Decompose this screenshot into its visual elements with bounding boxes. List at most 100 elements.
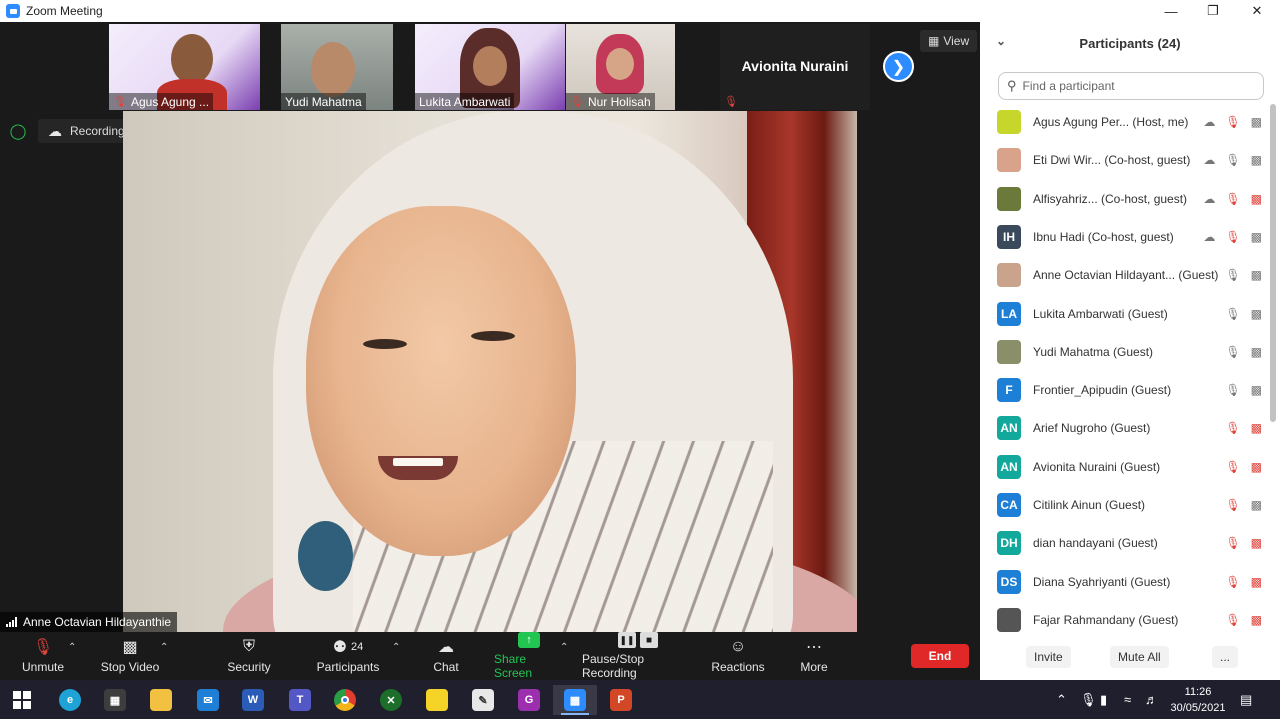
teams-app[interactable]: T xyxy=(278,685,322,715)
stop-video-button[interactable]: ▩ Stop Video xyxy=(96,632,164,680)
camera-off-icon[interactable]: ▩ xyxy=(1251,192,1262,206)
audio-options-caret-icon[interactable]: ⌃ xyxy=(68,642,76,653)
participant-row[interactable]: Anne Octavian Hildayant... (Guest) 🎙︎ ▩ xyxy=(992,257,1270,293)
close-button[interactable]: ✕ xyxy=(1236,0,1278,22)
mic-icon[interactable]: 🎙︎ xyxy=(1225,383,1240,397)
pdf-app[interactable]: G xyxy=(507,685,551,715)
encryption-shield-icon[interactable]: ◯ xyxy=(10,122,27,140)
camera-off-icon[interactable]: ▩ xyxy=(1251,575,1262,589)
mic-muted-icon[interactable]: 🎙︎ xyxy=(1225,115,1240,129)
participants-scrollbar[interactable] xyxy=(1270,104,1276,422)
mic-muted-icon[interactable]: 🎙︎ xyxy=(1225,498,1240,512)
mic-muted-icon[interactable]: 🎙︎ xyxy=(1225,536,1240,550)
video-tile-4[interactable]: 🎙︎ Nur Holisah xyxy=(566,24,675,110)
taskbar-clock[interactable]: 11:26 30/05/2021 xyxy=(1166,684,1230,716)
participant-row[interactable]: LA Lukita Ambarwati (Guest) 🎙︎ ▩ xyxy=(992,296,1270,332)
security-button[interactable]: ⛨ Security xyxy=(222,632,276,680)
start-button[interactable] xyxy=(0,685,44,715)
participant-name: Eti Dwi Wir... (Co-host, guest) xyxy=(1033,153,1191,167)
tray-wifi-icon[interactable]: ≈ xyxy=(1124,680,1131,719)
notifications-icon[interactable]: ▤ xyxy=(1240,680,1252,719)
camera-icon[interactable]: ▩ xyxy=(1251,383,1262,397)
chat-button[interactable]: ☁ Chat xyxy=(426,632,466,680)
zoom-app[interactable]: ▩ xyxy=(553,685,597,715)
participant-row[interactable]: DS Diana Syahriyanti (Guest) 🎙︎ ▩ xyxy=(992,564,1270,600)
minimize-button[interactable]: — xyxy=(1150,0,1192,22)
camera-off-icon[interactable]: ▩ xyxy=(1251,613,1262,627)
share-options-caret-icon[interactable]: ⌃ xyxy=(560,642,568,653)
tray-mic-icon[interactable]: 🎙︎ xyxy=(1080,680,1097,719)
camera-off-icon[interactable]: ▩ xyxy=(1251,421,1262,435)
camera-icon[interactable]: ▩ xyxy=(1251,153,1262,167)
reactions-button[interactable]: ☺ Reactions xyxy=(711,632,764,680)
participant-row[interactable]: Fajar Rahmandany (Guest) 🎙︎ ▩ xyxy=(992,602,1270,632)
unmute-button[interactable]: 🎙︎ Unmute xyxy=(16,632,70,680)
participant-row[interactable]: Eti Dwi Wir... (Co-host, guest) ☁ 🎙︎ ▩ xyxy=(992,142,1270,178)
store-app[interactable]: ▦ xyxy=(93,685,137,715)
share-screen-button[interactable]: ↑ Share Screen xyxy=(494,632,564,680)
mic-icon[interactable]: 🎙︎ xyxy=(1225,345,1240,359)
mic-muted-icon[interactable]: 🎙︎ xyxy=(1225,575,1240,589)
camera-icon[interactable]: ▩ xyxy=(1251,230,1262,244)
participant-search-input[interactable] xyxy=(1022,79,1253,93)
tray-volume-icon[interactable]: ♬ xyxy=(1145,680,1158,719)
mic-icon[interactable]: 🎙︎ xyxy=(1225,153,1240,167)
edge-browser-app[interactable]: e xyxy=(48,685,92,715)
participant-row[interactable]: AN Arief Nugroho (Guest) 🎙︎ ▩ xyxy=(992,410,1270,446)
mail-app[interactable]: ✉ xyxy=(186,685,230,715)
camera-icon[interactable]: ▩ xyxy=(1251,307,1262,321)
file-explorer-app[interactable] xyxy=(139,685,183,715)
end-meeting-button[interactable]: End xyxy=(911,644,969,668)
camera-icon[interactable]: ▩ xyxy=(1251,115,1262,129)
participant-row[interactable]: IH Ibnu Hadi (Co-host, guest) ☁ 🎙︎ ▩ xyxy=(992,219,1270,255)
view-button[interactable]: ▦ View xyxy=(920,30,978,52)
mail-icon: ✉ xyxy=(197,689,219,711)
participant-row[interactable]: Yudi Mahatma (Guest) 🎙︎ ▩ xyxy=(992,334,1270,370)
mic-muted-icon[interactable]: 🎙︎ xyxy=(1225,421,1240,435)
mic-muted-icon[interactable]: 🎙︎ xyxy=(1225,192,1240,206)
camera-icon[interactable]: ▩ xyxy=(1251,498,1262,512)
camera-off-icon[interactable]: ▩ xyxy=(1251,460,1262,474)
pause-stop-recording-button[interactable]: ❚❚ ■ Pause/Stop Recording xyxy=(582,632,694,680)
invite-button[interactable]: Invite xyxy=(1026,646,1071,668)
more-button[interactable]: ⋯ More xyxy=(798,632,830,680)
tray-overflow-chevron-icon[interactable]: ⌃ xyxy=(1056,680,1067,719)
video-options-caret-icon[interactable]: ⌃ xyxy=(160,642,168,653)
participant-avatar: AN xyxy=(997,455,1021,479)
participant-row[interactable]: Agus Agung Per... (Host, me) ☁ 🎙︎ ▩ xyxy=(992,104,1270,140)
video-tile-1[interactable]: 🎙︎ Agus Agung ... xyxy=(109,24,260,110)
next-page-arrow-icon[interactable]: ❯ xyxy=(883,51,914,82)
mic-muted-icon[interactable]: 🎙︎ xyxy=(1225,613,1240,627)
search-icon: ⚲ xyxy=(1007,78,1017,93)
mic-icon[interactable]: 🎙︎ xyxy=(1225,307,1240,321)
video-tile-2[interactable]: Yudi Mahatma xyxy=(281,24,393,110)
camera-icon[interactable]: ▩ xyxy=(1251,345,1262,359)
camera-icon[interactable]: ▩ xyxy=(1251,268,1262,282)
mic-icon[interactable]: 🎙︎ xyxy=(1225,268,1240,282)
powerpoint-app[interactable]: P xyxy=(599,685,643,715)
tray-battery-icon[interactable]: ▮ xyxy=(1100,680,1107,719)
restore-button[interactable]: ❐ xyxy=(1192,0,1234,22)
participant-row[interactable]: CA Citilink Ainun (Guest) 🎙︎ ▩ xyxy=(992,487,1270,523)
chrome-app[interactable] xyxy=(323,685,367,715)
mic-muted-icon[interactable]: 🎙︎ xyxy=(1225,460,1240,474)
video-tile-5[interactable]: Avionita Nuraini 🎙︎ xyxy=(720,24,870,110)
camera-off-icon[interactable]: ▩ xyxy=(1251,536,1262,550)
participant-search-box[interactable]: ⚲ xyxy=(998,72,1264,100)
mic-muted-icon[interactable]: 🎙︎ xyxy=(1225,230,1240,244)
zoom-app-icon xyxy=(6,4,20,18)
participant-row[interactable]: AN Avionita Nuraini (Guest) 🎙︎ ▩ xyxy=(992,449,1270,485)
paint-app[interactable]: ✎ xyxy=(461,685,505,715)
mute-all-button[interactable]: Mute All xyxy=(1110,646,1169,668)
sticky-notes-app[interactable] xyxy=(415,685,459,715)
participants-options-caret-icon[interactable]: ⌃ xyxy=(392,642,400,653)
collapse-chevron-icon[interactable]: ⌄ xyxy=(996,34,1006,48)
participants-button[interactable]: ⚉ 24 Participants xyxy=(312,632,384,680)
participant-row[interactable]: DH dian handayani (Guest) 🎙︎ ▩ xyxy=(992,525,1270,561)
word-app[interactable]: W xyxy=(231,685,275,715)
panel-more-button[interactable]: ... xyxy=(1212,646,1239,668)
video-tile-3[interactable]: Lukita Ambarwati xyxy=(415,24,565,110)
participant-row[interactable]: F Frontier_Apipudin (Guest) 🎙︎ ▩ xyxy=(992,372,1270,408)
participant-row[interactable]: Alfisyahriz... (Co-host, guest) ☁ 🎙︎ ▩ xyxy=(992,181,1270,217)
xbox-app[interactable]: ✕ xyxy=(369,685,413,715)
